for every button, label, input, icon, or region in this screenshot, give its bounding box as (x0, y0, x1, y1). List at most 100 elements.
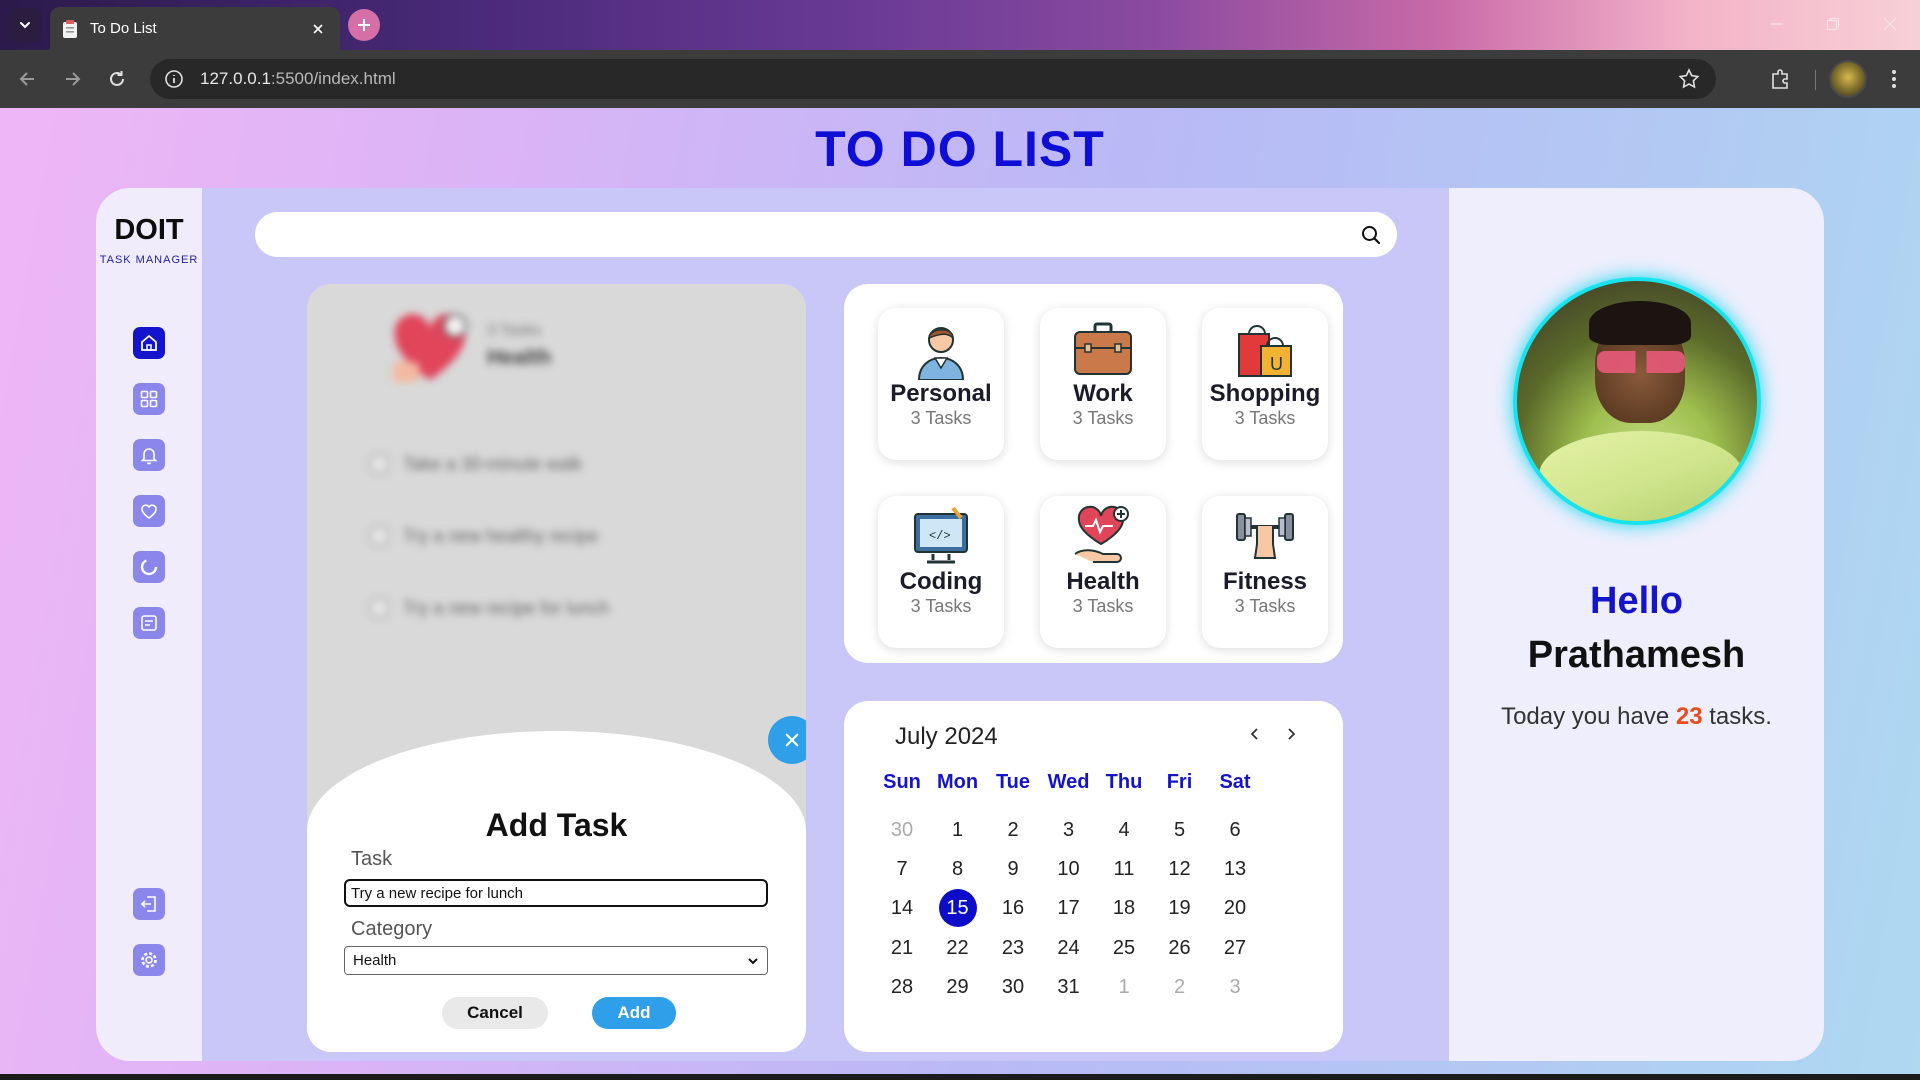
maximize-button[interactable] (1821, 12, 1845, 36)
calendar-day[interactable]: 5 (1160, 811, 1200, 849)
calendar: July 2024 Sun Mon Tue Wed Thu Fri Sat 30 1 2 3 4 5 6 7… (844, 701, 1343, 1052)
task-summary-prefix: Today you have (1501, 703, 1670, 730)
sidebar-item-notifications[interactable] (133, 439, 165, 471)
calendar-day[interactable]: 21 (882, 929, 922, 967)
calendar-day[interactable]: 3 (1215, 968, 1255, 1006)
calendar-day[interactable]: 11 (1104, 850, 1144, 888)
browser-menu-button[interactable] (1880, 65, 1908, 93)
chevron-down-icon (20, 22, 30, 29)
calendar-day[interactable]: 24 (1049, 929, 1089, 967)
category-name: Shopping (1209, 380, 1321, 407)
calendar-day[interactable]: 27 (1215, 929, 1255, 967)
sidebar-item-dashboard[interactable] (133, 383, 165, 415)
avatar-glasses (1597, 351, 1685, 373)
calendar-day[interactable]: 25 (1104, 929, 1144, 967)
task-item[interactable]: Try a new recipe for lunch (369, 596, 609, 620)
sidebar-item-home[interactable] (133, 327, 165, 359)
sidebar-item-logout[interactable] (133, 888, 165, 920)
calendar-day[interactable]: 13 (1215, 850, 1255, 888)
restore-icon (1826, 17, 1840, 31)
sidebar-item-notes[interactable] (133, 607, 165, 639)
calendar-day-today[interactable]: 15 (938, 889, 977, 928)
heart-icon (141, 504, 157, 519)
task-checkbox[interactable] (369, 598, 389, 618)
category-count: 3 Tasks (1234, 408, 1296, 428)
calendar-day[interactable]: 1 (938, 811, 978, 849)
category-card-work[interactable]: Work 3 Tasks (1040, 308, 1166, 460)
category-card-fitness[interactable]: Fitness 3 Tasks (1202, 496, 1328, 648)
browser-profile-avatar[interactable] (1829, 60, 1867, 98)
forward-button[interactable] (58, 65, 86, 93)
sidebar-item-favorites[interactable] (133, 495, 165, 527)
calendar-day[interactable]: 29 (938, 968, 978, 1006)
new-tab-button[interactable] (348, 9, 380, 41)
calendar-next-button[interactable] (1280, 721, 1302, 747)
cancel-button[interactable]: Cancel (442, 997, 548, 1029)
category-name: Health (1066, 568, 1140, 595)
calendar-day[interactable]: 6 (1215, 811, 1255, 849)
search-bar (255, 212, 1397, 257)
calendar-prev-button[interactable] (1244, 721, 1266, 747)
search-input[interactable] (275, 212, 1335, 257)
puzzle-icon (1772, 69, 1788, 89)
category-name: Work (1073, 380, 1133, 407)
shopping-bags-icon: U (1238, 325, 1292, 377)
calendar-day[interactable]: 17 (1049, 889, 1089, 927)
extensions-button[interactable] (1767, 65, 1795, 93)
category-card-personal[interactable]: Personal 3 Tasks (878, 308, 1004, 460)
sidebar-item-analytics[interactable] (133, 551, 165, 583)
calendar-day[interactable]: 2 (993, 811, 1033, 849)
calendar-day[interactable]: 26 (1160, 929, 1200, 967)
address-bar[interactable]: 127.0.0.1:5500/index.html (150, 59, 1716, 99)
task-field[interactable] (344, 879, 768, 907)
task-count: 3 Tasks (487, 322, 541, 339)
add-button[interactable]: Add (592, 997, 676, 1029)
back-button[interactable] (14, 65, 42, 93)
calendar-day[interactable]: 7 (882, 850, 922, 888)
sidebar-item-settings[interactable] (133, 944, 165, 976)
calendar-day[interactable]: 12 (1160, 850, 1200, 888)
calendar-day[interactable]: 1 (1104, 968, 1144, 1006)
task-checkbox[interactable] (369, 526, 389, 546)
browser-tab[interactable]: To Do List (50, 7, 340, 50)
calendar-day[interactable]: 18 (1104, 889, 1144, 927)
svg-text:</>: </> (929, 529, 951, 543)
search-icon[interactable] (1359, 223, 1383, 247)
calendar-day[interactable]: 30 (882, 811, 922, 849)
category-card-coding[interactable]: </> Coding 3 Tasks (878, 496, 1004, 648)
calendar-day[interactable]: 10 (1049, 850, 1089, 888)
minimize-button[interactable] (1765, 12, 1789, 36)
calendar-day[interactable]: 2 (1160, 968, 1200, 1006)
calendar-day[interactable]: 14 (882, 889, 922, 927)
calendar-day[interactable]: 22 (938, 929, 978, 967)
category-card-health[interactable]: Health 3 Tasks (1040, 496, 1166, 648)
site-info-icon[interactable] (164, 69, 184, 89)
calendar-day[interactable]: 19 (1160, 889, 1200, 927)
calendar-day[interactable]: 30 (993, 968, 1033, 1006)
task-checkbox[interactable] (369, 454, 389, 474)
heart-hand-icon (1074, 505, 1129, 563)
bell-icon (140, 448, 158, 465)
category-select[interactable]: Health (344, 946, 768, 975)
calendar-day[interactable]: 28 (882, 968, 922, 1006)
category-card-shopping[interactable]: U Shopping 3 Tasks (1202, 308, 1328, 460)
close-window-button[interactable] (1878, 12, 1902, 36)
calendar-day[interactable]: 16 (993, 889, 1033, 927)
calendar-day[interactable]: 8 (938, 850, 978, 888)
calendar-day[interactable]: 23 (993, 929, 1033, 967)
calendar-day[interactable]: 3 (1049, 811, 1089, 849)
tab-search-button[interactable] (8, 8, 42, 42)
app-container: DOIT TASK MANAGER 3 Tasks Health Take a … (96, 188, 1824, 1061)
calendar-day[interactable]: 9 (993, 850, 1033, 888)
calendar-weekday: Tue (995, 771, 1031, 793)
reload-button[interactable] (103, 65, 131, 93)
bookmark-star-icon[interactable] (1678, 68, 1700, 90)
close-add-task-button[interactable] (768, 716, 806, 764)
calendar-day[interactable]: 4 (1104, 811, 1144, 849)
task-item[interactable]: Try a new healthy recipe (369, 524, 598, 548)
calendar-day[interactable]: 31 (1049, 968, 1089, 1006)
close-tab-icon[interactable] (308, 19, 328, 39)
task-item[interactable]: Take a 30-minute walk (369, 452, 582, 476)
task-text: Try a new healthy recipe (403, 525, 599, 546)
calendar-day[interactable]: 20 (1215, 889, 1255, 927)
